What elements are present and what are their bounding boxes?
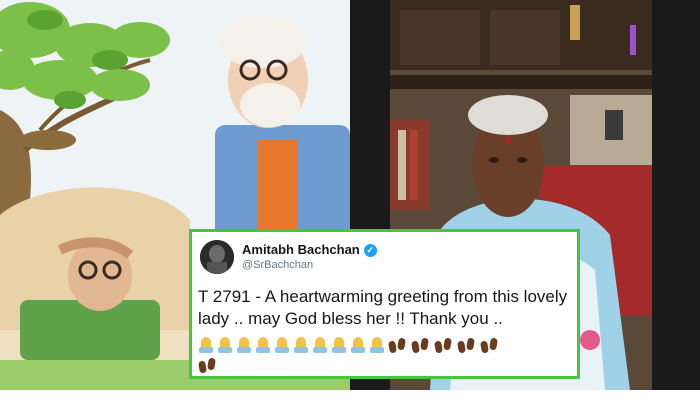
emoji-rows bbox=[198, 335, 578, 375]
author-name-text: Amitabh Bachchan bbox=[242, 242, 360, 257]
folded-hands-icon bbox=[293, 336, 309, 354]
folded-hands-icon bbox=[274, 336, 290, 354]
tweet-card: Amitabh Bachchan ✓ @SrBachchan T 2791 - A… bbox=[189, 229, 580, 379]
tweet-text: T 2791 - A heartwarming greeting from th… bbox=[198, 287, 568, 328]
emoji-row bbox=[198, 335, 578, 355]
folded-hands-icon bbox=[369, 336, 385, 354]
footprints-icon bbox=[434, 336, 452, 354]
author-handle: @SrBachchan bbox=[242, 259, 314, 271]
folded-hands-icon bbox=[217, 336, 233, 354]
folded-hands-icon bbox=[331, 336, 347, 354]
author-name: Amitabh Bachchan ✓ bbox=[242, 242, 377, 257]
bottom-margin bbox=[0, 390, 700, 415]
author-avatar bbox=[200, 240, 234, 274]
footprints-icon bbox=[480, 336, 498, 354]
footprints-icon bbox=[457, 336, 475, 354]
footprints-icon bbox=[198, 356, 216, 374]
folded-hands-icon bbox=[312, 336, 328, 354]
verified-badge-icon: ✓ bbox=[363, 244, 377, 257]
footprints-icon bbox=[388, 336, 406, 354]
footprints-icon bbox=[411, 336, 429, 354]
image-frame: Amitabh Bachchan ✓ @SrBachchan T 2791 - A… bbox=[0, 0, 700, 415]
emoji-row bbox=[198, 355, 578, 375]
folded-hands-icon bbox=[255, 336, 271, 354]
folded-hands-icon bbox=[350, 336, 366, 354]
folded-hands-icon bbox=[236, 336, 252, 354]
folded-hands-icon bbox=[198, 336, 214, 354]
